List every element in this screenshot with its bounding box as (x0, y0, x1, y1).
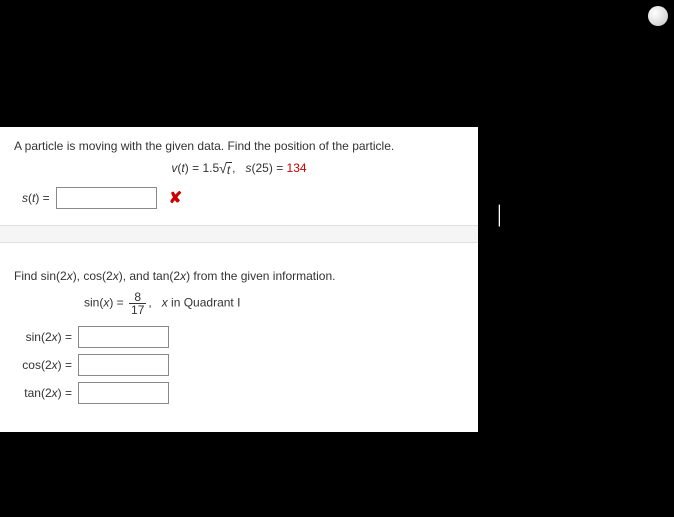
incorrect-icon: ✘ (169, 188, 182, 208)
q2-cos-row: cos(2x) = (14, 354, 464, 376)
question-1: A particle is moving with the given data… (0, 127, 478, 217)
text-cursor-icon: │ (493, 206, 506, 224)
q1-initial-value: 134 (287, 161, 307, 175)
question-divider (0, 225, 478, 243)
status-indicator (648, 6, 668, 26)
q1-prompt: A particle is moving with the given data… (14, 137, 464, 155)
q1-answer-input[interactable] (56, 187, 157, 209)
q2-cos-label: cos(2x) = (14, 358, 72, 372)
sqrt-icon: √t (219, 161, 232, 177)
q2-tan-row: tan(2x) = (14, 382, 464, 404)
q2-given: sin(x) = 817, x in Quadrant I (14, 291, 464, 316)
q1-answer-row: s(t) = ✘ (14, 187, 464, 209)
q1-answer-label: s(t) = (22, 191, 50, 205)
q2-sin-input[interactable] (78, 326, 169, 348)
fraction: 817 (129, 291, 146, 316)
q1-given: v(t) = 1.5√t, s(25) = 134 (14, 161, 464, 177)
q2-prompt: Find sin(2x), cos(2x), and tan(2x) from … (14, 267, 464, 285)
q2-sin-row: sin(2x) = (14, 326, 464, 348)
q2-tan-label: tan(2x) = (14, 386, 72, 400)
q2-cos-input[interactable] (78, 354, 169, 376)
q2-tan-input[interactable] (78, 382, 169, 404)
question-2: Find sin(2x), cos(2x), and tan(2x) from … (0, 257, 478, 412)
q2-sin-label: sin(2x) = (14, 330, 72, 344)
worksheet-panel: A particle is moving with the given data… (0, 127, 478, 432)
